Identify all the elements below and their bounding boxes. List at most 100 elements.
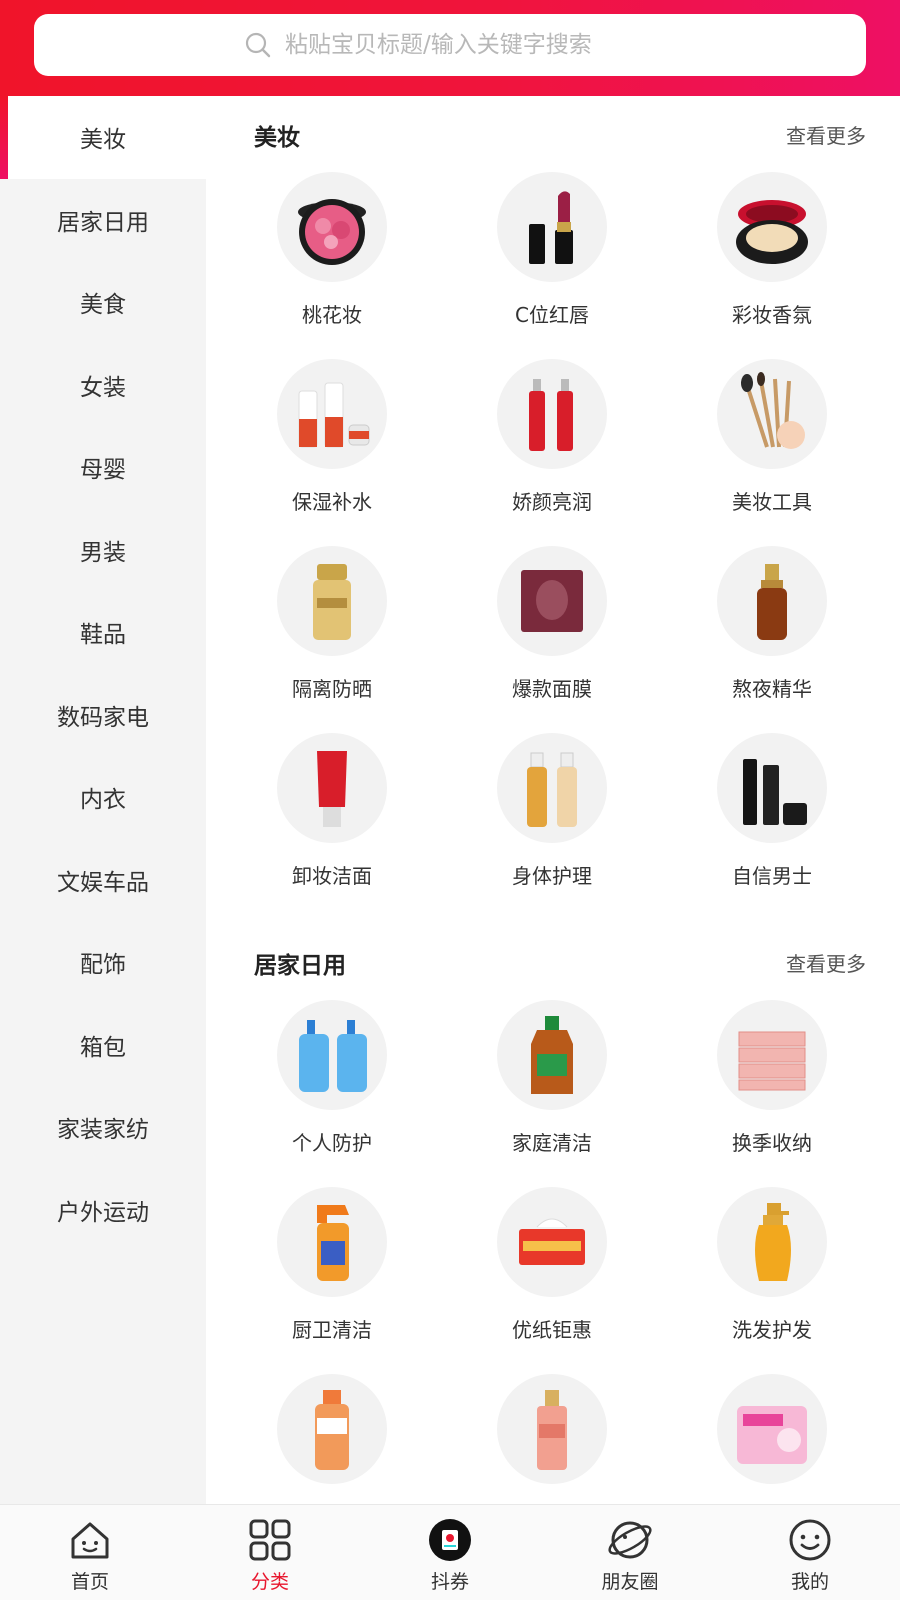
subcategory-label: 爆款面膜 <box>512 677 592 701</box>
nav-home[interactable]: 首页 <box>0 1505 180 1600</box>
product-thumb <box>277 733 387 843</box>
product-thumb <box>497 359 607 469</box>
section-home-daily: 居家日用 查看更多 个人防护 家庭清洁 换季收纳 厨卫清洁 优纸钜惠 洗发护发 <box>206 924 900 1504</box>
subcategory-item[interactable]: 熬夜精华 <box>662 546 882 733</box>
nav-label: 首页 <box>70 1571 109 1593</box>
product-thumb <box>717 359 827 469</box>
product-thumb <box>497 172 607 282</box>
sidebar-item-label: 女装 <box>80 374 126 401</box>
sidebar-item-label: 配饰 <box>80 952 126 979</box>
product-thumb <box>497 546 607 656</box>
subcategory-item[interactable]: 家庭清洁 <box>442 1000 662 1187</box>
subcategory-item[interactable]: 自信男士 <box>662 733 882 920</box>
sidebar-item-beauty[interactable]: 美妆 <box>0 96 206 179</box>
search-bar[interactable] <box>34 14 866 76</box>
sidebar-item-home-textile[interactable]: 家装家纺 <box>0 1086 206 1169</box>
storage-drawers-icon <box>738 1031 806 1091</box>
men-skincare-icon <box>743 759 807 825</box>
search-input[interactable] <box>285 32 657 58</box>
subcategory-label: 个人防护 <box>292 1131 372 1155</box>
cleanser-tube-icon <box>317 751 347 827</box>
product-thumb <box>277 1187 387 1297</box>
subcategory-item[interactable] <box>222 1374 442 1504</box>
tissue-box-icon <box>519 1218 585 1265</box>
sidebar-item-label: 居家日用 <box>57 209 149 236</box>
subcategory-item[interactable]: 保湿补水 <box>222 359 442 546</box>
sidebar-item-home-daily[interactable]: 居家日用 <box>0 179 206 262</box>
nav-label: 分类 <box>250 1571 289 1593</box>
subcategory-label: 厨卫清洁 <box>292 1318 372 1342</box>
subcategory-label: 保湿补水 <box>292 490 372 514</box>
product-thumb <box>497 733 607 843</box>
subcategory-label: 隔离防晒 <box>292 677 372 701</box>
subcategory-item[interactable]: 彩妆香氛 <box>662 172 882 359</box>
subcategory-item[interactable]: 换季收纳 <box>662 1000 882 1187</box>
sidebar-item-food[interactable]: 美食 <box>0 261 206 344</box>
product-thumb <box>277 359 387 469</box>
sidebar-item-label: 户外运动 <box>57 1199 149 1226</box>
sidebar-item-shoes[interactable]: 鞋品 <box>0 591 206 674</box>
subcategory-label: 自信男士 <box>732 864 812 888</box>
subcategory-label: 优纸钜惠 <box>512 1318 592 1342</box>
subcategory-label: C位红唇 <box>515 303 589 327</box>
sidebar-item-label: 美妆 <box>80 127 126 154</box>
toner-bottles-icon <box>529 379 573 451</box>
view-more-link[interactable]: 查看更多 <box>786 120 866 149</box>
sidebar-item-mother-baby[interactable]: 母婴 <box>0 426 206 509</box>
sidebar-item-label: 文娱车品 <box>57 869 149 896</box>
sidebar-item-womens-wear[interactable]: 女装 <box>0 344 206 427</box>
bottom-nav: 首页 分类 抖券 朋友圈 我的 <box>0 1504 900 1600</box>
product-thumb <box>277 546 387 656</box>
sidebar-item-label: 家装家纺 <box>57 1117 149 1144</box>
sidebar-item-label: 箱包 <box>80 1034 126 1061</box>
view-more-link[interactable]: 查看更多 <box>786 948 866 977</box>
sidebar-item-outdoor-sports[interactable]: 户外运动 <box>0 1169 206 1252</box>
product-thumb <box>277 1374 387 1484</box>
makeup-brushes-icon <box>741 372 805 449</box>
shampoo-icon <box>755 1203 791 1281</box>
subcategory-item[interactable]: 爆款面膜 <box>442 546 662 733</box>
sidebar-item-entertainment-auto[interactable]: 文娱车品 <box>0 839 206 922</box>
category-content: 美妆 查看更多 桃花妆 C位红唇 彩妆香氛 保湿补水 娇颜亮润 美妆工具 隔离防… <box>206 96 900 1504</box>
subcategory-item[interactable]: 厨卫清洁 <box>222 1187 442 1374</box>
subcategory-item[interactable]: 个人防护 <box>222 1000 442 1187</box>
nav-moments[interactable]: 朋友圈 <box>540 1505 720 1600</box>
subcategory-item[interactable]: 身体护理 <box>442 733 662 920</box>
subcategory-item[interactable] <box>442 1374 662 1504</box>
grid-icon <box>249 1519 291 1561</box>
subcategory-label: 娇颜亮润 <box>512 490 592 514</box>
subcategory-item[interactable]: C位红唇 <box>442 172 662 359</box>
sidebar-item-label: 鞋品 <box>80 622 126 649</box>
skincare-set-icon <box>298 382 370 448</box>
disinfectant-icon <box>531 1016 573 1094</box>
planet-icon <box>608 1521 652 1559</box>
sidebar-item-electronics[interactable]: 数码家电 <box>0 674 206 757</box>
search-icon <box>245 32 271 58</box>
sidebar-item-mens-wear[interactable]: 男装 <box>0 509 206 592</box>
subcategory-item[interactable]: 卸妆洁面 <box>222 733 442 920</box>
nav-coupon[interactable]: 抖券 <box>360 1505 540 1600</box>
product-thumb <box>497 1187 607 1297</box>
subcategory-label: 彩妆香氛 <box>732 303 812 327</box>
sidebar-item-label: 男装 <box>80 539 126 566</box>
section-title: 居家日用 <box>254 953 346 979</box>
product-thumb <box>277 1000 387 1110</box>
subcategory-item[interactable]: 桃花妆 <box>222 172 442 359</box>
sidebar-item-bags[interactable]: 箱包 <box>0 1004 206 1087</box>
subcategory-item[interactable]: 娇颜亮润 <box>442 359 662 546</box>
subcategory-label: 美妆工具 <box>732 490 812 514</box>
subcategory-item[interactable]: 美妆工具 <box>662 359 882 546</box>
sidebar-item-accessories[interactable]: 配饰 <box>0 921 206 1004</box>
nav-mine[interactable]: 我的 <box>720 1505 900 1600</box>
subcategory-item[interactable]: 隔离防晒 <box>222 546 442 733</box>
subcategory-item[interactable]: 洗发护发 <box>662 1187 882 1374</box>
cushion-compact-icon <box>736 200 808 264</box>
subcategory-item[interactable]: 优纸钜惠 <box>442 1187 662 1374</box>
category-sidebar: 美妆 居家日用 美食 女装 母婴 男装 鞋品 数码家电 内衣 文娱车品 配饰 箱… <box>0 96 206 1504</box>
product-thumb <box>277 172 387 282</box>
nav-category[interactable]: 分类 <box>180 1505 360 1600</box>
sidebar-item-underwear[interactable]: 内衣 <box>0 756 206 839</box>
nav-label: 朋友圈 <box>601 1571 659 1593</box>
product-thumb <box>717 172 827 282</box>
subcategory-item[interactable] <box>662 1374 882 1504</box>
